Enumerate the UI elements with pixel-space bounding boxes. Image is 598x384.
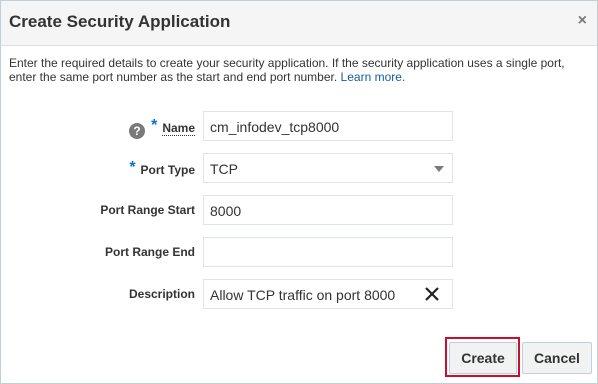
learn-more-link[interactable]: Learn more. [341, 70, 406, 84]
name-row: ? * Name [1, 111, 597, 143]
intro-text: Enter the required details to create you… [9, 56, 565, 84]
port-type-row: * Port Type TCP [1, 153, 597, 185]
port-range-end-row: Port Range End [1, 237, 597, 269]
port-type-value: TCP [210, 161, 238, 177]
port-type-label-group: * Port Type [129, 159, 195, 179]
port-range-start-input[interactable] [210, 203, 440, 219]
port-range-start-row: Port Range Start [1, 195, 597, 227]
name-input[interactable] [210, 119, 440, 135]
description-row: Description [1, 279, 597, 311]
required-indicator: * [129, 159, 136, 176]
port-range-end-field[interactable] [203, 237, 453, 267]
port-type-select[interactable]: TCP [203, 153, 453, 183]
port-range-start-field[interactable] [203, 195, 453, 225]
description-field[interactable] [203, 279, 453, 309]
close-icon[interactable]: × [578, 12, 587, 30]
description-label: Description [128, 287, 195, 301]
name-label-group: ? * Name [129, 117, 195, 139]
chevron-down-icon[interactable] [434, 166, 444, 172]
required-indicator: * [151, 117, 158, 134]
help-icon[interactable]: ? [129, 123, 146, 139]
create-security-application-dialog: Create Security Application × Enter the … [0, 0, 598, 384]
dialog-header: Create Security Application × [1, 1, 597, 46]
port-type-label: Port Type [140, 163, 195, 177]
port-range-start-label: Port Range Start [100, 203, 195, 217]
description-input[interactable] [210, 287, 415, 303]
cancel-button[interactable]: Cancel [522, 342, 592, 374]
intro-text-block: Enter the required details to create you… [9, 56, 589, 84]
dialog-title: Create Security Application [9, 12, 231, 31]
name-label: Name [162, 121, 195, 136]
clear-icon[interactable] [422, 281, 442, 307]
create-button[interactable]: Create [449, 342, 517, 374]
port-range-end-input[interactable] [210, 245, 440, 261]
name-field[interactable] [203, 111, 453, 141]
port-range-end-label: Port Range End [104, 245, 195, 259]
